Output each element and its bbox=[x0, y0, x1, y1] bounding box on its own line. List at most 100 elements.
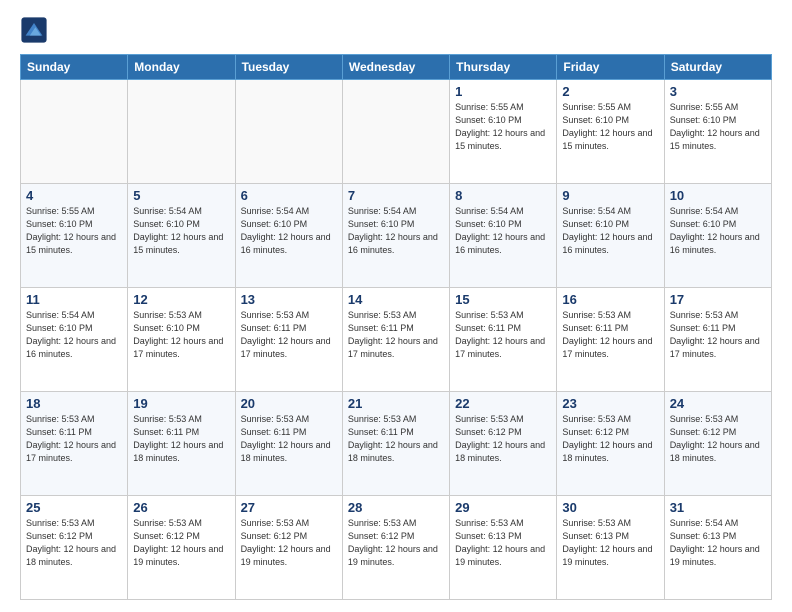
table-row: 16 Sunrise: 5:53 AMSunset: 6:11 PMDayligh… bbox=[557, 288, 664, 392]
day-number: 10 bbox=[670, 188, 766, 203]
day-number: 9 bbox=[562, 188, 658, 203]
day-number: 17 bbox=[670, 292, 766, 307]
col-header-tuesday: Tuesday bbox=[235, 55, 342, 80]
table-row: 11 Sunrise: 5:54 AMSunset: 6:10 PMDayligh… bbox=[21, 288, 128, 392]
day-number: 15 bbox=[455, 292, 551, 307]
table-row bbox=[21, 80, 128, 184]
table-row bbox=[342, 80, 449, 184]
table-row: 25Sunrise: 5:53 AMSunset: 6:12 PMDayligh… bbox=[21, 496, 128, 600]
table-row: 7Sunrise: 5:54 AMSunset: 6:10 PMDaylight… bbox=[342, 184, 449, 288]
day-info: Sunrise: 5:54 AMSunset: 6:10 PMDaylight:… bbox=[241, 205, 337, 257]
table-row: 27 Sunrise: 5:53 AMSunset: 6:12 PMDayligh… bbox=[235, 496, 342, 600]
day-number: 31 bbox=[670, 500, 766, 515]
table-row: 30 Sunrise: 5:53 AMSunset: 6:13 PMDayligh… bbox=[557, 496, 664, 600]
day-info: Sunrise: 5:53 AMSunset: 6:13 PMDaylight:… bbox=[455, 517, 551, 569]
day-info: Sunrise: 5:53 AMSunset: 6:12 PMDaylight:… bbox=[670, 413, 766, 465]
day-number: 30 bbox=[562, 500, 658, 515]
day-info: Sunrise: 5:54 AMSunset: 6:10 PMDaylight:… bbox=[133, 205, 229, 257]
day-number: 26 bbox=[133, 500, 229, 515]
day-info: Sunrise: 5:53 AMSunset: 6:12 PMDaylight:… bbox=[241, 517, 337, 569]
table-row: 19 Sunrise: 5:53 AMSunset: 6:11 PMDayligh… bbox=[128, 392, 235, 496]
day-number: 19 bbox=[133, 396, 229, 411]
day-number: 4 bbox=[26, 188, 122, 203]
table-row bbox=[235, 80, 342, 184]
table-row: 6 Sunrise: 5:54 AMSunset: 6:10 PMDaylight… bbox=[235, 184, 342, 288]
day-info: Sunrise: 5:53 AMSunset: 6:11 PMDaylight:… bbox=[670, 309, 766, 361]
day-number: 20 bbox=[241, 396, 337, 411]
day-info: Sunrise: 5:53 AMSunset: 6:10 PMDaylight:… bbox=[133, 309, 229, 361]
day-number: 28 bbox=[348, 500, 444, 515]
day-number: 13 bbox=[241, 292, 337, 307]
day-info: Sunrise: 5:53 AMSunset: 6:12 PMDaylight:… bbox=[133, 517, 229, 569]
day-number: 3 bbox=[670, 84, 766, 99]
table-row: 31 Sunrise: 5:54 AMSunset: 6:13 PMDayligh… bbox=[664, 496, 771, 600]
day-info: Sunrise: 5:53 AMSunset: 6:11 PMDaylight:… bbox=[241, 413, 337, 465]
table-row: 1Sunrise: 5:55 AMSunset: 6:10 PMDaylight… bbox=[450, 80, 557, 184]
day-number: 11 bbox=[26, 292, 122, 307]
day-info: Sunrise: 5:54 AMSunset: 6:10 PMDaylight:… bbox=[26, 309, 122, 361]
day-info: Sunrise: 5:54 AMSunset: 6:13 PMDaylight:… bbox=[670, 517, 766, 569]
table-row: 17 Sunrise: 5:53 AMSunset: 6:11 PMDayligh… bbox=[664, 288, 771, 392]
table-row: 14 Sunrise: 5:53 AMSunset: 6:11 PMDayligh… bbox=[342, 288, 449, 392]
table-row bbox=[128, 80, 235, 184]
header bbox=[20, 16, 772, 44]
day-number: 2 bbox=[562, 84, 658, 99]
col-header-thursday: Thursday bbox=[450, 55, 557, 80]
table-row: 15 Sunrise: 5:53 AMSunset: 6:11 PMDayligh… bbox=[450, 288, 557, 392]
logo-icon bbox=[20, 16, 48, 44]
day-number: 29 bbox=[455, 500, 551, 515]
day-info: Sunrise: 5:53 AMSunset: 6:12 PMDaylight:… bbox=[562, 413, 658, 465]
table-row: 4 Sunrise: 5:55 AMSunset: 6:10 PMDaylight… bbox=[21, 184, 128, 288]
table-row: 20 Sunrise: 5:53 AMSunset: 6:11 PMDayligh… bbox=[235, 392, 342, 496]
day-info: Sunrise: 5:55 AMSunset: 6:10 PMDaylight:… bbox=[562, 101, 658, 153]
table-row: 5 Sunrise: 5:54 AMSunset: 6:10 PMDaylight… bbox=[128, 184, 235, 288]
table-row: 28 Sunrise: 5:53 AMSunset: 6:12 PMDayligh… bbox=[342, 496, 449, 600]
col-header-sunday: Sunday bbox=[21, 55, 128, 80]
day-info: Sunrise: 5:55 AMSunset: 6:10 PMDaylight:… bbox=[26, 205, 122, 257]
page: SundayMondayTuesdayWednesdayThursdayFrid… bbox=[0, 0, 792, 612]
day-info: Sunrise: 5:53 AMSunset: 6:12 PMDaylight:… bbox=[26, 517, 122, 569]
day-number: 6 bbox=[241, 188, 337, 203]
day-info: Sunrise: 5:53 AMSunset: 6:11 PMDaylight:… bbox=[26, 413, 122, 465]
day-number: 27 bbox=[241, 500, 337, 515]
day-info: Sunrise: 5:54 AMSunset: 6:10 PMDaylight:… bbox=[455, 205, 551, 257]
day-info: Sunrise: 5:54 AMSunset: 6:10 PMDaylight:… bbox=[562, 205, 658, 257]
day-number: 7 bbox=[348, 188, 444, 203]
table-row: 3 Sunrise: 5:55 AMSunset: 6:10 PMDaylight… bbox=[664, 80, 771, 184]
day-info: Sunrise: 5:53 AMSunset: 6:11 PMDaylight:… bbox=[241, 309, 337, 361]
day-info: Sunrise: 5:53 AMSunset: 6:11 PMDaylight:… bbox=[133, 413, 229, 465]
day-info: Sunrise: 5:53 AMSunset: 6:12 PMDaylight:… bbox=[348, 517, 444, 569]
day-info: Sunrise: 5:53 AMSunset: 6:13 PMDaylight:… bbox=[562, 517, 658, 569]
table-row: 10 Sunrise: 5:54 AMSunset: 6:10 PMDayligh… bbox=[664, 184, 771, 288]
day-number: 5 bbox=[133, 188, 229, 203]
logo bbox=[20, 16, 52, 44]
day-info: Sunrise: 5:53 AMSunset: 6:11 PMDaylight:… bbox=[455, 309, 551, 361]
table-row: 12Sunrise: 5:53 AMSunset: 6:10 PMDayligh… bbox=[128, 288, 235, 392]
day-number: 22 bbox=[455, 396, 551, 411]
table-row: 29 Sunrise: 5:53 AMSunset: 6:13 PMDayligh… bbox=[450, 496, 557, 600]
day-info: Sunrise: 5:53 AMSunset: 6:11 PMDaylight:… bbox=[348, 413, 444, 465]
day-info: Sunrise: 5:53 AMSunset: 6:11 PMDaylight:… bbox=[562, 309, 658, 361]
day-number: 16 bbox=[562, 292, 658, 307]
col-header-saturday: Saturday bbox=[664, 55, 771, 80]
col-header-monday: Monday bbox=[128, 55, 235, 80]
table-row: 22Sunrise: 5:53 AMSunset: 6:12 PMDayligh… bbox=[450, 392, 557, 496]
table-row: 24 Sunrise: 5:53 AMSunset: 6:12 PMDayligh… bbox=[664, 392, 771, 496]
table-row: 18 Sunrise: 5:53 AMSunset: 6:11 PMDayligh… bbox=[21, 392, 128, 496]
day-info: Sunrise: 5:55 AMSunset: 6:10 PMDaylight:… bbox=[670, 101, 766, 153]
day-info: Sunrise: 5:55 AMSunset: 6:10 PMDaylight:… bbox=[455, 101, 551, 153]
day-number: 14 bbox=[348, 292, 444, 307]
day-info: Sunrise: 5:53 AMSunset: 6:11 PMDaylight:… bbox=[348, 309, 444, 361]
col-header-friday: Friday bbox=[557, 55, 664, 80]
day-number: 23 bbox=[562, 396, 658, 411]
table-row: 9 Sunrise: 5:54 AMSunset: 6:10 PMDaylight… bbox=[557, 184, 664, 288]
day-number: 21 bbox=[348, 396, 444, 411]
day-number: 18 bbox=[26, 396, 122, 411]
table-row: 23 Sunrise: 5:53 AMSunset: 6:12 PMDayligh… bbox=[557, 392, 664, 496]
table-row: 21 Sunrise: 5:53 AMSunset: 6:11 PMDayligh… bbox=[342, 392, 449, 496]
table-row: 2 Sunrise: 5:55 AMSunset: 6:10 PMDaylight… bbox=[557, 80, 664, 184]
col-header-wednesday: Wednesday bbox=[342, 55, 449, 80]
calendar-table: SundayMondayTuesdayWednesdayThursdayFrid… bbox=[20, 54, 772, 600]
day-number: 24 bbox=[670, 396, 766, 411]
day-info: Sunrise: 5:54 AMSunset: 6:10 PMDaylight:… bbox=[670, 205, 766, 257]
